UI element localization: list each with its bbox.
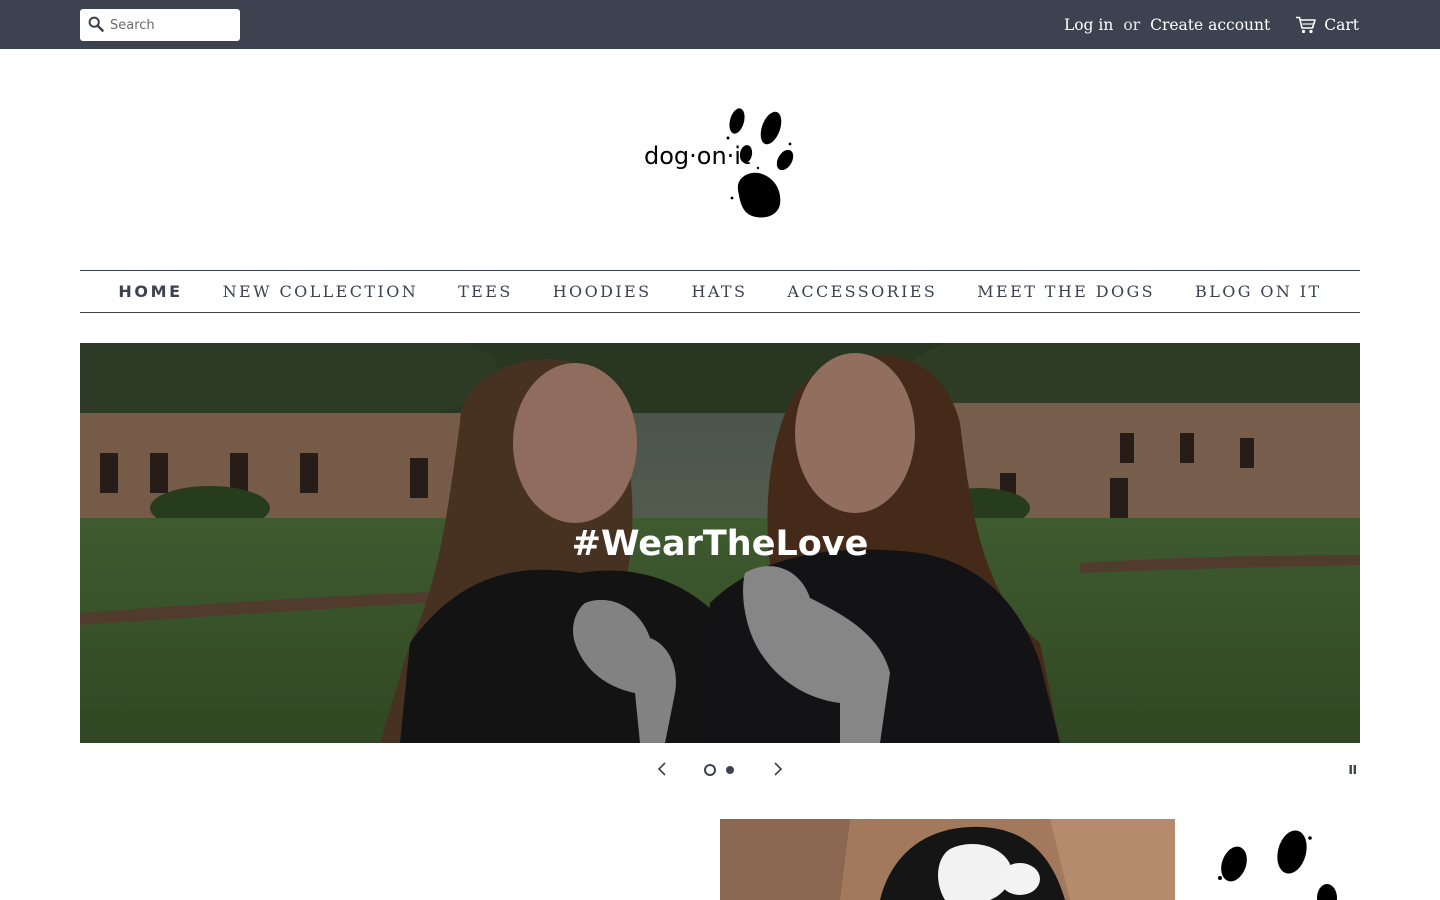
- cart-label: Cart: [1324, 15, 1359, 34]
- nav-item-meet-the-dogs[interactable]: MEET THE DOGS: [977, 282, 1155, 301]
- cart-icon: [1296, 16, 1317, 33]
- chevron-right-icon: [774, 762, 783, 776]
- hero-title: #WearTheLove: [571, 523, 869, 564]
- create-account-link[interactable]: Create account: [1150, 16, 1270, 34]
- nav-item-tees[interactable]: TEES: [458, 282, 513, 301]
- slide-dot-2[interactable]: [726, 766, 734, 774]
- nav-item-hats[interactable]: HATS: [691, 282, 747, 301]
- hero-slide[interactable]: #WearTheLove: [80, 343, 1360, 743]
- paw-logo-icon: dog·on·it: [644, 108, 794, 218]
- search-input[interactable]: [110, 9, 236, 41]
- or-text: or: [1123, 15, 1141, 34]
- cart-link[interactable]: Cart: [1296, 16, 1359, 34]
- paw-icon: [1218, 830, 1337, 900]
- search-icon[interactable]: [88, 16, 104, 32]
- nav-item-accessories[interactable]: ACCESSORIES: [787, 282, 937, 301]
- next-slide-button[interactable]: [769, 760, 787, 778]
- featured-dog-photo[interactable]: [720, 819, 1175, 900]
- promo-paw-logo: [1212, 828, 1342, 900]
- pause-icon[interactable]: [1349, 765, 1357, 774]
- main-nav: HOME NEW COLLECTION TEES HOODIES HATS AC…: [80, 270, 1360, 313]
- nav-item-new-collection[interactable]: NEW COLLECTION: [223, 282, 418, 301]
- account-links: Log in or Create account Cart: [1064, 0, 1359, 49]
- nav-item-home[interactable]: HOME: [118, 282, 182, 301]
- slide-dot-1[interactable]: [704, 764, 716, 776]
- site-logo[interactable]: dog·on·it: [640, 98, 800, 222]
- chevron-left-icon: [657, 762, 666, 776]
- top-bar: Log in or Create account Cart: [0, 0, 1440, 49]
- login-link[interactable]: Log in: [1064, 16, 1113, 34]
- search-box[interactable]: [80, 9, 240, 41]
- logo-wordmark: dog·on·it: [644, 142, 750, 170]
- slideshow-controls: [0, 756, 1440, 782]
- nav-item-blog-on-it[interactable]: BLOG ON IT: [1195, 282, 1322, 301]
- nav-item-hoodies[interactable]: HOODIES: [553, 282, 652, 301]
- previous-slide-button[interactable]: [653, 760, 671, 778]
